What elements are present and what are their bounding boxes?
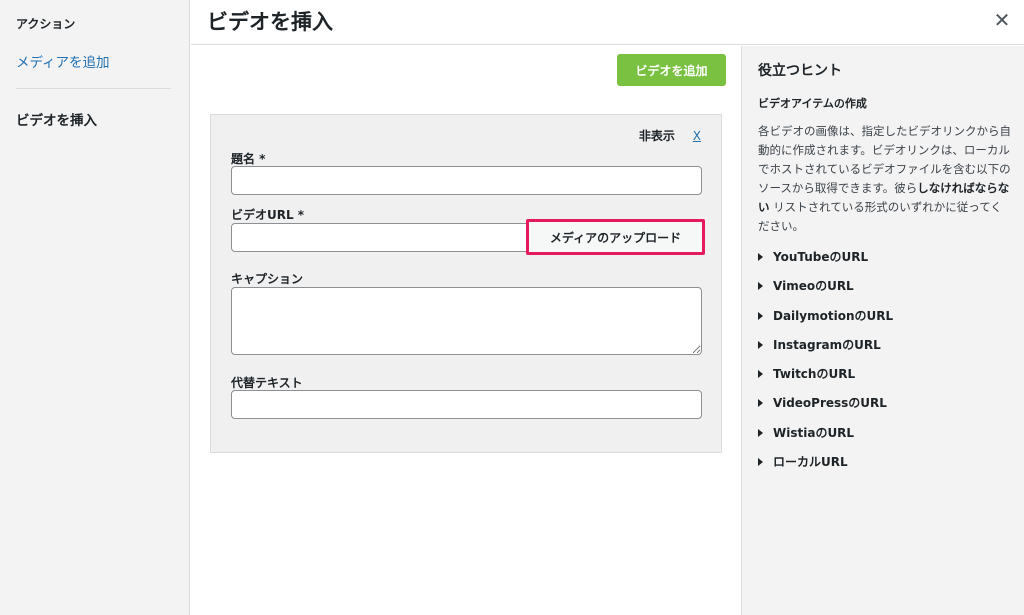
tips-desc-part2: リストされている形式のいずれかに従ってください。	[758, 200, 1002, 233]
source-item-twitch[interactable]: TwitchのURL	[758, 365, 893, 394]
title-input[interactable]	[231, 166, 702, 195]
caret-right-icon	[758, 340, 763, 349]
tips-subtitle: ビデオアイテムの作成	[758, 97, 867, 110]
caret-right-icon	[758, 253, 763, 261]
source-item-wistia[interactable]: WistiaのURL	[758, 424, 893, 453]
source-label: WistiaのURL	[773, 425, 855, 440]
caret-right-icon	[758, 311, 763, 320]
source-item-local[interactable]: ローカルURL	[758, 453, 893, 482]
title-label: 題名 *	[231, 152, 266, 166]
source-item-instagram[interactable]: InstagramのURL	[758, 336, 893, 365]
video-source-list: YouTubeのURL VimeoのURL DailymotionのURL In…	[758, 248, 893, 482]
tips-description: 各ビデオの画像は、指定したビデオリンクから自動的に作成されます。ビデオリンクは、…	[758, 122, 1013, 236]
source-label: ローカルURL	[773, 455, 848, 470]
caption-label: キャプション	[231, 272, 304, 286]
sidebar-item-add-media[interactable]: メディアを追加	[16, 51, 110, 71]
main-content: ビデオを追加 非表示 X 題名 * ビデオURL * メディアのアップロード キ…	[191, 46, 741, 615]
close-icon[interactable]: ✕	[990, 8, 1014, 32]
modal-header: ビデオを挿入 ✕	[191, 0, 1024, 45]
video-url-label: ビデオURL *	[231, 208, 305, 222]
sidebar-section-title: アクション	[16, 17, 76, 31]
source-label: DailymotionのURL	[773, 308, 894, 323]
caption-textarea[interactable]	[231, 287, 702, 355]
source-label: TwitchのURL	[773, 367, 856, 382]
caret-right-icon	[758, 370, 763, 379]
hide-toggle-row: 非表示 X	[639, 127, 701, 144]
source-label: VimeoのURL	[773, 279, 854, 294]
insert-video-modal: アクション メディアを追加 ビデオを挿入 ビデオを挿入 ✕ ビデオを追加 非表示…	[0, 0, 1024, 615]
upload-media-button[interactable]: メディアのアップロード	[526, 219, 705, 255]
caret-right-icon	[758, 399, 763, 408]
source-item-dailymotion[interactable]: DailymotionのURL	[758, 307, 893, 336]
source-label: YouTubeのURL	[773, 250, 869, 264]
alt-text-label: 代替テキスト	[231, 376, 303, 390]
sidebar-divider	[16, 88, 171, 89]
source-item-youtube[interactable]: YouTubeのURL	[758, 248, 893, 277]
page-title: ビデオを挿入	[207, 10, 333, 34]
hide-link[interactable]: X	[693, 129, 701, 143]
source-label: InstagramのURL	[773, 337, 881, 352]
source-item-vimeo[interactable]: VimeoのURL	[758, 277, 893, 306]
caret-right-icon	[758, 458, 763, 467]
caret-right-icon	[758, 428, 763, 437]
hide-label: 非表示	[638, 129, 675, 143]
source-label: VideoPressのURL	[773, 396, 887, 411]
source-item-videopress[interactable]: VideoPressのURL	[758, 394, 893, 423]
tips-title: 役立つヒント	[758, 63, 842, 79]
video-url-input[interactable]	[231, 223, 531, 252]
alt-text-input[interactable]	[231, 390, 702, 419]
video-item-form: 非表示 X 題名 * ビデオURL * メディアのアップロード キャプション 代…	[210, 114, 722, 453]
modal-sidebar: アクション メディアを追加 ビデオを挿入	[0, 0, 190, 615]
sidebar-item-insert-video[interactable]: ビデオを挿入	[16, 109, 97, 129]
tips-panel: 役立つヒント ビデオアイテムの作成 各ビデオの画像は、指定したビデオリンクから自…	[741, 46, 1024, 615]
caret-right-icon	[758, 282, 763, 291]
add-video-button[interactable]: ビデオを追加	[617, 54, 726, 86]
